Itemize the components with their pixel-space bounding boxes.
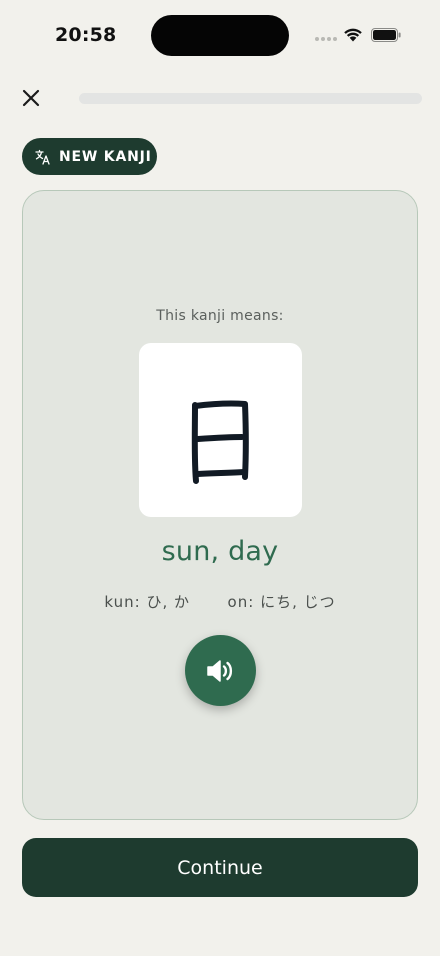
wifi-icon <box>344 28 362 42</box>
kanji-readings: kun: ひ, か on: にち, じつ <box>23 591 417 612</box>
card-prompt: This kanji means: <box>156 308 284 324</box>
kun-reading: ひ, か <box>146 593 190 611</box>
close-icon <box>22 89 40 107</box>
lesson-progress-bar <box>79 93 422 104</box>
cellular-signal-icon <box>315 37 337 42</box>
speaker-icon <box>206 659 232 682</box>
kanji-card: This kanji means: sun, day kun: ひ, か on:… <box>22 190 418 820</box>
kanji-image-box <box>139 343 302 517</box>
status-bar: 20:58 <box>0 0 440 72</box>
translate-icon <box>35 149 50 165</box>
on-reading: にち, じつ <box>260 593 336 611</box>
close-button[interactable] <box>20 87 42 109</box>
kanji-meaning: sun, day <box>161 536 279 567</box>
play-audio-button[interactable] <box>185 635 256 706</box>
kun-label: kun: <box>104 593 141 611</box>
badge-label: NEW KANJI <box>59 148 152 165</box>
battery-icon <box>371 28 401 42</box>
status-time: 20:58 <box>55 24 117 46</box>
on-label: on: <box>227 593 255 611</box>
new-kanji-badge: NEW KANJI <box>22 138 157 175</box>
continue-button[interactable]: Continue <box>22 838 418 897</box>
dynamic-island <box>151 15 289 56</box>
kanji-glyph <box>191 400 249 484</box>
